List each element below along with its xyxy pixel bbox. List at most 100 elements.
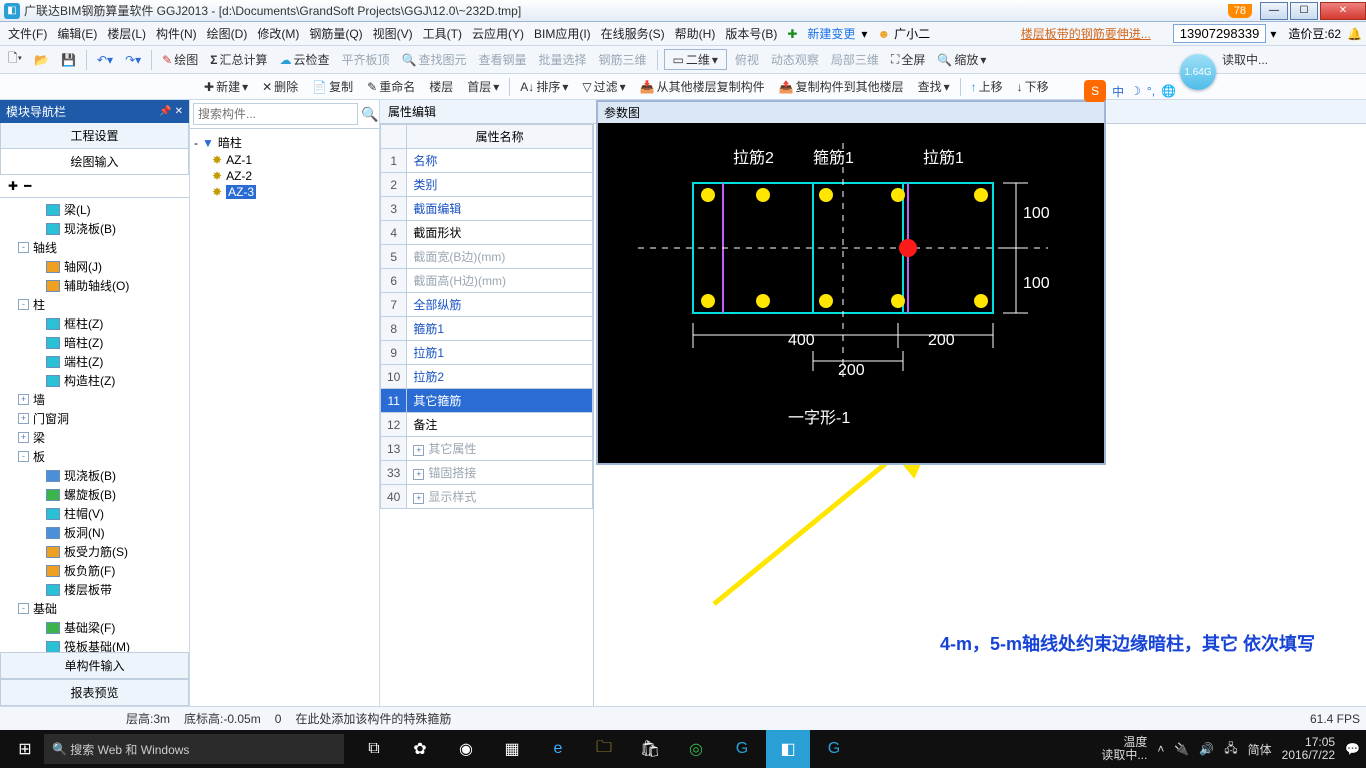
prop-row[interactable]: 11其它箍筋 (381, 389, 593, 413)
prop-row[interactable]: 9拉筋1 (381, 341, 593, 365)
view-2d-button[interactable]: ▭ 二维 ▾ (664, 49, 727, 70)
sogou-icon[interactable]: S (1084, 80, 1106, 102)
menu-view[interactable]: 视图(V) (369, 23, 417, 44)
tree-node[interactable]: 现浇板(B) (4, 466, 185, 485)
draw-button[interactable]: ✎绘图 (158, 49, 202, 70)
pin-icon[interactable]: 📌 ✕ (159, 106, 183, 117)
open-button[interactable]: 📂 (30, 51, 53, 69)
move-up-button[interactable]: ↑上移 (967, 76, 1007, 97)
tree-node[interactable]: 梁(L) (4, 200, 185, 219)
tree-node[interactable]: 楼层板带 (4, 580, 185, 599)
local-3d-button[interactable]: 局部三维 (827, 49, 883, 70)
orbit-button[interactable]: 动态观察 (767, 49, 823, 70)
menu-component[interactable]: 构件(N) (152, 23, 201, 44)
bell-icon[interactable]: 🔔 (1347, 27, 1362, 41)
tb-edge-icon[interactable]: e (536, 730, 580, 768)
menu-modify[interactable]: 修改(M) (253, 23, 303, 44)
tree-node[interactable]: 筏板基础(M) (4, 637, 185, 652)
tray-up-icon[interactable]: ˄ (1157, 742, 1164, 756)
tb-ggj-icon[interactable]: ◧ (766, 730, 810, 768)
tab-project-settings[interactable]: 工程设置 (0, 123, 189, 149)
rename-button[interactable]: ✎重命名 (363, 76, 419, 97)
news-ticker[interactable]: 楼层板带的钢筋要伸进... (1021, 25, 1151, 42)
redo-button[interactable]: ↷▾ (121, 51, 145, 69)
filter-button[interactable]: ▽过滤▾ (578, 76, 629, 97)
component-node[interactable]: -▼暗柱 (194, 133, 375, 152)
prop-row[interactable]: 6截面高(H边)(mm) (381, 269, 593, 293)
find-button[interactable]: 查找▾ (914, 76, 954, 97)
prop-row[interactable]: 7全部纵筋 (381, 293, 593, 317)
tree-node[interactable]: -轴线 (4, 238, 185, 257)
prop-row[interactable]: 40+显示样式 (381, 485, 593, 509)
start-button[interactable]: ⊞ (6, 730, 44, 768)
tree-node[interactable]: 辅助轴线(O) (4, 276, 185, 295)
sort-button[interactable]: A↓排序▾ (516, 76, 572, 97)
component-node[interactable]: ✸AZ-1 (194, 152, 375, 168)
phone-box[interactable]: 13907298339 (1173, 24, 1267, 43)
mode-add-icon[interactable]: ✚ (8, 179, 18, 193)
tray-vol-icon[interactable]: 🔊 (1199, 742, 1214, 756)
tb-app1-icon[interactable]: ✿ (398, 730, 442, 768)
tb-app3-icon[interactable]: ▦ (490, 730, 534, 768)
mode-line-icon[interactable]: ━ (24, 179, 31, 193)
menu-help[interactable]: 帮助(H) (671, 23, 720, 44)
prop-row[interactable]: 8箍筋1 (381, 317, 593, 341)
menu-tools[interactable]: 工具(T) (419, 23, 466, 44)
cloud-check-button[interactable]: ☁云检查 (275, 49, 333, 70)
batch-select-button[interactable]: 批量选择 (534, 49, 590, 70)
save-button[interactable]: 💾 (57, 51, 80, 69)
tb-app5-icon[interactable]: G (812, 730, 856, 768)
tree-node[interactable]: 板负筋(F) (4, 561, 185, 580)
tray-notif-icon[interactable]: 💬 (1345, 742, 1360, 756)
sum-button[interactable]: Σ 汇总计算 (206, 49, 271, 70)
new-file-button[interactable]: 🗋▾ (4, 47, 26, 72)
search-button[interactable]: 🔍 (361, 100, 379, 128)
find-element-button[interactable]: 🔍查找图元 (397, 49, 470, 70)
tree-node[interactable]: 端柱(Z) (4, 352, 185, 371)
zoom-button[interactable]: 🔍缩放▾ (933, 49, 990, 70)
component-node[interactable]: ✸AZ-3 (194, 184, 375, 200)
tree-node[interactable]: 螺旋板(B) (4, 485, 185, 504)
tree-node[interactable]: +墙 (4, 390, 185, 409)
tab-draw-input[interactable]: 绘图输入 (0, 149, 189, 175)
new-component-button[interactable]: ✚新建▾ (200, 76, 252, 97)
tb-app4-icon[interactable]: G (720, 730, 764, 768)
tray-power-icon[interactable]: 🔌 (1174, 742, 1189, 756)
rebar-3d-button[interactable]: 钢筋三维 (594, 49, 650, 70)
prop-row[interactable]: 12备注 (381, 413, 593, 437)
tab-single-input[interactable]: 单构件输入 (0, 652, 189, 679)
new-change-link[interactable]: 新建变更 (807, 25, 855, 42)
tree-node[interactable]: -基础 (4, 599, 185, 618)
menu-draw[interactable]: 绘图(D) (203, 23, 252, 44)
prop-row[interactable]: 2类别 (381, 173, 593, 197)
tree-node[interactable]: +梁 (4, 428, 185, 447)
tb-explorer-icon[interactable]: 🗀 (582, 730, 626, 768)
tree-node[interactable]: 现浇板(B) (4, 219, 185, 238)
copy-button[interactable]: 📄复制 (308, 76, 357, 97)
menu-cloud[interactable]: 云应用(Y) (468, 23, 528, 44)
tb-app2-icon[interactable]: ◉ (444, 730, 488, 768)
tree-node[interactable]: 框柱(Z) (4, 314, 185, 333)
tree-node[interactable]: -板 (4, 447, 185, 466)
prop-row[interactable]: 3截面编辑 (381, 197, 593, 221)
menu-online[interactable]: 在线服务(S) (597, 23, 669, 44)
prop-row[interactable]: 33+锚固搭接 (381, 461, 593, 485)
flat-top-button[interactable]: 平齐板顶 (337, 49, 393, 70)
tab-report-preview[interactable]: 报表预览 (0, 679, 189, 706)
prop-row[interactable]: 10拉筋2 (381, 365, 593, 389)
tree-node[interactable]: -柱 (4, 295, 185, 314)
tb-store-icon[interactable]: 🛍 (628, 730, 672, 768)
menu-floor[interactable]: 楼层(L) (103, 23, 150, 44)
tree-node[interactable]: 柱帽(V) (4, 504, 185, 523)
prop-row[interactable]: 1名称 (381, 149, 593, 173)
maximize-button[interactable]: ☐ (1290, 2, 1318, 20)
tree-node[interactable]: +门窗洞 (4, 409, 185, 428)
first-floor-dd[interactable]: 首层 ▾ (463, 76, 503, 97)
tree-node[interactable]: 暗柱(Z) (4, 333, 185, 352)
tree-node[interactable]: 基础梁(F) (4, 618, 185, 637)
tree-node[interactable]: 构造柱(Z) (4, 371, 185, 390)
top-view-button[interactable]: 俯视 (731, 49, 763, 70)
close-button[interactable]: ✕ (1320, 2, 1366, 20)
tray-net-icon[interactable]: 🖧 (1224, 739, 1237, 760)
move-down-button[interactable]: ↓下移 (1013, 76, 1053, 97)
